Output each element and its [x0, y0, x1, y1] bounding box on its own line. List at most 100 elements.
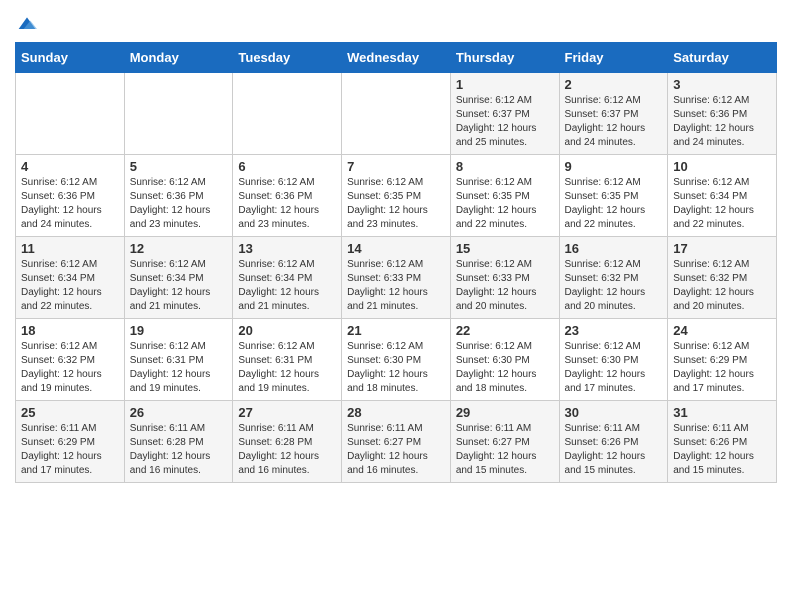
- day-info: Sunrise: 6:12 AM Sunset: 6:37 PM Dayligh…: [456, 94, 554, 150]
- day-info: Sunrise: 6:12 AM Sunset: 6:36 PM Dayligh…: [130, 176, 228, 232]
- day-number: 18: [21, 323, 119, 338]
- day-info: Sunrise: 6:12 AM Sunset: 6:30 PM Dayligh…: [347, 340, 445, 396]
- calendar-cell: 11 Sunrise: 6:12 AM Sunset: 6:34 PM Dayli…: [16, 237, 125, 319]
- day-info: Sunrise: 6:11 AM Sunset: 6:28 PM Dayligh…: [238, 422, 336, 478]
- day-info: Sunrise: 6:12 AM Sunset: 6:32 PM Dayligh…: [673, 258, 771, 314]
- day-info: Sunrise: 6:12 AM Sunset: 6:37 PM Dayligh…: [565, 94, 663, 150]
- day-info: Sunrise: 6:12 AM Sunset: 6:34 PM Dayligh…: [21, 258, 119, 314]
- day-number: 30: [565, 405, 663, 420]
- header-thursday: Thursday: [450, 43, 559, 73]
- day-info: Sunrise: 6:12 AM Sunset: 6:31 PM Dayligh…: [238, 340, 336, 396]
- calendar-cell: 17 Sunrise: 6:12 AM Sunset: 6:32 PM Dayli…: [668, 237, 777, 319]
- day-number: 4: [21, 159, 119, 174]
- day-number: 8: [456, 159, 554, 174]
- calendar-cell: 10 Sunrise: 6:12 AM Sunset: 6:34 PM Dayli…: [668, 155, 777, 237]
- day-info: Sunrise: 6:12 AM Sunset: 6:36 PM Dayligh…: [21, 176, 119, 232]
- day-number: 29: [456, 405, 554, 420]
- day-number: 6: [238, 159, 336, 174]
- day-number: 7: [347, 159, 445, 174]
- day-number: 14: [347, 241, 445, 256]
- header-saturday: Saturday: [668, 43, 777, 73]
- day-info: Sunrise: 6:12 AM Sunset: 6:32 PM Dayligh…: [21, 340, 119, 396]
- calendar-cell: 14 Sunrise: 6:12 AM Sunset: 6:33 PM Dayli…: [342, 237, 451, 319]
- day-info: Sunrise: 6:12 AM Sunset: 6:34 PM Dayligh…: [673, 176, 771, 232]
- calendar-cell: 12Sunrise: 6:12 AM Sunset: 6:34 PM Dayli…: [124, 237, 233, 319]
- day-info: Sunrise: 6:12 AM Sunset: 6:33 PM Dayligh…: [456, 258, 554, 314]
- day-number: 13: [238, 241, 336, 256]
- calendar-cell: 24 Sunrise: 6:12 AM Sunset: 6:29 PM Dayli…: [668, 319, 777, 401]
- day-number: 22: [456, 323, 554, 338]
- day-info: Sunrise: 6:11 AM Sunset: 6:26 PM Dayligh…: [565, 422, 663, 478]
- day-info: Sunrise: 6:11 AM Sunset: 6:29 PM Dayligh…: [21, 422, 119, 478]
- day-number: 9: [565, 159, 663, 174]
- calendar-cell: 18 Sunrise: 6:12 AM Sunset: 6:32 PM Dayli…: [16, 319, 125, 401]
- day-info: Sunrise: 6:12 AM Sunset: 6:30 PM Dayligh…: [456, 340, 554, 396]
- day-info: Sunrise: 6:12 AM Sunset: 6:35 PM Dayligh…: [347, 176, 445, 232]
- day-info: Sunrise: 6:12 AM Sunset: 6:29 PM Dayligh…: [673, 340, 771, 396]
- calendar-cell: 3 Sunrise: 6:12 AM Sunset: 6:36 PM Daylig…: [668, 73, 777, 155]
- day-info: Sunrise: 6:12 AM Sunset: 6:30 PM Dayligh…: [565, 340, 663, 396]
- day-info: Sunrise: 6:12 AM Sunset: 6:34 PM Dayligh…: [238, 258, 336, 314]
- calendar-cell: 8 Sunrise: 6:12 AM Sunset: 6:35 PM Daylig…: [450, 155, 559, 237]
- day-info: Sunrise: 6:12 AM Sunset: 6:36 PM Dayligh…: [238, 176, 336, 232]
- day-number: 3: [673, 77, 771, 92]
- calendar-cell: 16Sunrise: 6:12 AM Sunset: 6:32 PM Dayli…: [559, 237, 668, 319]
- calendar-header-row: SundayMondayTuesdayWednesdayThursdayFrid…: [16, 43, 777, 73]
- calendar-cell: [16, 73, 125, 155]
- calendar-cell: 5Sunrise: 6:12 AM Sunset: 6:36 PM Daylig…: [124, 155, 233, 237]
- calendar-cell: [233, 73, 342, 155]
- day-info: Sunrise: 6:12 AM Sunset: 6:36 PM Dayligh…: [673, 94, 771, 150]
- calendar-cell: 22 Sunrise: 6:12 AM Sunset: 6:30 PM Dayli…: [450, 319, 559, 401]
- day-number: 25: [21, 405, 119, 420]
- day-number: 31: [673, 405, 771, 420]
- day-info: Sunrise: 6:11 AM Sunset: 6:26 PM Dayligh…: [673, 422, 771, 478]
- calendar-cell: [342, 73, 451, 155]
- calendar-cell: 21 Sunrise: 6:12 AM Sunset: 6:30 PM Dayli…: [342, 319, 451, 401]
- day-number: 10: [673, 159, 771, 174]
- calendar-cell: 1 Sunrise: 6:12 AM Sunset: 6:37 PM Daylig…: [450, 73, 559, 155]
- calendar-week-row: 25 Sunrise: 6:11 AM Sunset: 6:29 PM Dayli…: [16, 401, 777, 483]
- calendar-cell: 23 Sunrise: 6:12 AM Sunset: 6:30 PM Dayli…: [559, 319, 668, 401]
- day-number: 21: [347, 323, 445, 338]
- calendar-cell: 6 Sunrise: 6:12 AM Sunset: 6:36 PM Daylig…: [233, 155, 342, 237]
- header-tuesday: Tuesday: [233, 43, 342, 73]
- day-number: 15: [456, 241, 554, 256]
- day-number: 2: [565, 77, 663, 92]
- day-info: Sunrise: 6:11 AM Sunset: 6:27 PM Dayligh…: [347, 422, 445, 478]
- calendar-cell: 30 Sunrise: 6:11 AM Sunset: 6:26 PM Dayli…: [559, 401, 668, 483]
- calendar-cell: 29 Sunrise: 6:11 AM Sunset: 6:27 PM Dayli…: [450, 401, 559, 483]
- header-monday: Monday: [124, 43, 233, 73]
- logo-icon: [17, 14, 37, 34]
- day-info: Sunrise: 6:12 AM Sunset: 6:32 PM Dayligh…: [565, 258, 663, 314]
- header-sunday: Sunday: [16, 43, 125, 73]
- day-number: 1: [456, 77, 554, 92]
- calendar-cell: 15 Sunrise: 6:12 AM Sunset: 6:33 PM Dayli…: [450, 237, 559, 319]
- calendar-cell: 20 Sunrise: 6:12 AM Sunset: 6:31 PM Dayli…: [233, 319, 342, 401]
- calendar-cell: [124, 73, 233, 155]
- calendar-week-row: 11 Sunrise: 6:12 AM Sunset: 6:34 PM Dayli…: [16, 237, 777, 319]
- calendar-week-row: 18 Sunrise: 6:12 AM Sunset: 6:32 PM Dayli…: [16, 319, 777, 401]
- day-number: 17: [673, 241, 771, 256]
- calendar-cell: 26 Sunrise: 6:11 AM Sunset: 6:28 PM Dayli…: [124, 401, 233, 483]
- day-number: 27: [238, 405, 336, 420]
- calendar-cell: 4 Sunrise: 6:12 AM Sunset: 6:36 PM Daylig…: [16, 155, 125, 237]
- day-number: 12: [130, 241, 228, 256]
- day-info: Sunrise: 6:12 AM Sunset: 6:31 PM Dayligh…: [130, 340, 228, 396]
- day-info: Sunrise: 6:11 AM Sunset: 6:28 PM Dayligh…: [130, 422, 228, 478]
- calendar-table: SundayMondayTuesdayWednesdayThursdayFrid…: [15, 42, 777, 483]
- day-info: Sunrise: 6:12 AM Sunset: 6:35 PM Dayligh…: [565, 176, 663, 232]
- day-number: 23: [565, 323, 663, 338]
- day-info: Sunrise: 6:11 AM Sunset: 6:27 PM Dayligh…: [456, 422, 554, 478]
- day-number: 24: [673, 323, 771, 338]
- page-header: [15, 10, 777, 34]
- day-number: 26: [130, 405, 228, 420]
- calendar-cell: 9 Sunrise: 6:12 AM Sunset: 6:35 PM Daylig…: [559, 155, 668, 237]
- day-number: 28: [347, 405, 445, 420]
- day-info: Sunrise: 6:12 AM Sunset: 6:35 PM Dayligh…: [456, 176, 554, 232]
- day-number: 20: [238, 323, 336, 338]
- calendar-cell: 27 Sunrise: 6:11 AM Sunset: 6:28 PM Dayli…: [233, 401, 342, 483]
- day-number: 11: [21, 241, 119, 256]
- day-number: 19: [130, 323, 228, 338]
- day-info: Sunrise: 6:12 AM Sunset: 6:33 PM Dayligh…: [347, 258, 445, 314]
- calendar-cell: 19 Sunrise: 6:12 AM Sunset: 6:31 PM Dayli…: [124, 319, 233, 401]
